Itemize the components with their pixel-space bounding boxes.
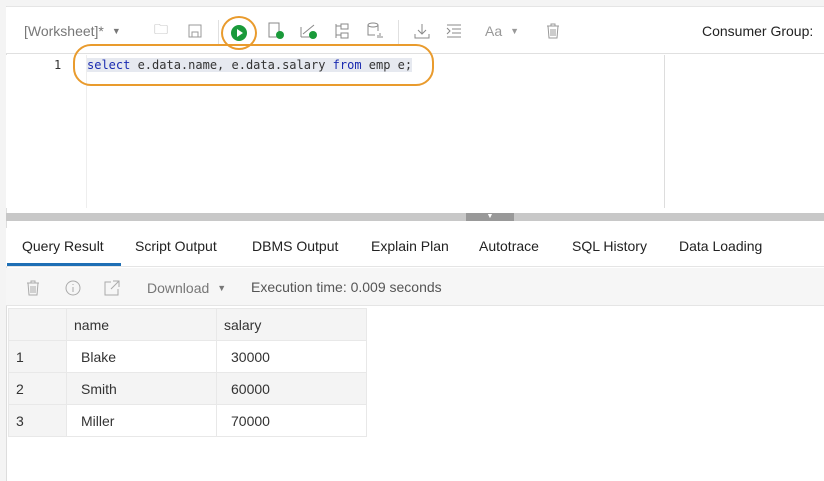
cell-salary[interactable]: 30000 (217, 341, 367, 373)
cell-salary[interactable]: 60000 (217, 373, 367, 405)
execution-time: Execution time: 0.009 seconds (251, 277, 442, 297)
row-number-header (9, 309, 67, 341)
trash-icon[interactable] (546, 21, 560, 41)
pane-splitter[interactable]: ▼ (6, 213, 824, 221)
code-text: e.data.name, e.data.salary (130, 58, 332, 72)
result-toolbar: Download ▼ Execution time: 0.009 seconds (6, 268, 824, 306)
autotrace-icon[interactable] (300, 21, 318, 41)
tab-dbms-output[interactable]: DBMS Output (252, 238, 338, 254)
column-header-salary[interactable]: salary (217, 309, 367, 341)
open-folder-icon[interactable]: 🗀 (154, 21, 168, 41)
row-number: 3 (9, 405, 67, 437)
tab-autotrace[interactable]: Autotrace (479, 238, 539, 254)
worksheet-label: [Worksheet]* (24, 23, 104, 39)
cell-salary[interactable]: 70000 (217, 405, 367, 437)
explain-plan-icon[interactable] (334, 21, 350, 41)
chevron-down-icon: ▼ (112, 26, 121, 36)
worksheet-selector[interactable]: [Worksheet]* ▼ (24, 21, 121, 41)
table-row[interactable]: 2Smith60000 (9, 373, 367, 405)
chevron-down-icon: ▼ (217, 283, 226, 293)
tab-sql-history[interactable]: SQL History (572, 238, 647, 254)
info-icon[interactable] (65, 278, 81, 298)
table-row[interactable]: 3Miller70000 (9, 405, 367, 437)
font-case-button[interactable]: Aa ▼ (485, 21, 519, 41)
cell-name[interactable]: Miller (67, 405, 217, 437)
sql-tuning-icon[interactable] (366, 21, 384, 41)
download-icon[interactable] (414, 21, 430, 41)
save-icon[interactable] (188, 21, 202, 41)
tab-script-output[interactable]: Script Output (135, 238, 217, 254)
cell-name[interactable]: Smith (67, 373, 217, 405)
line-number: 1 (54, 58, 61, 72)
format-icon[interactable] (446, 21, 462, 41)
result-tabs: Query Result Script Output DBMS Output E… (6, 228, 824, 267)
code-text: emp e; (362, 58, 413, 72)
run-script-icon[interactable] (268, 21, 284, 41)
open-external-icon[interactable] (104, 278, 120, 298)
collapse-handle[interactable]: ▼ (466, 213, 514, 221)
cell-name[interactable]: Blake (67, 341, 217, 373)
run-statement-button[interactable] (221, 16, 257, 50)
keyword: select (87, 58, 130, 72)
tab-data-loading[interactable]: Data Loading (679, 238, 762, 254)
tab-query-result[interactable]: Query Result (22, 238, 104, 254)
sql-code-line[interactable]: select e.data.name, e.data.salary from e… (87, 58, 412, 72)
row-number: 2 (9, 373, 67, 405)
result-grid: namesalary 1Blake30000 2Smith60000 3Mill… (8, 308, 367, 437)
font-case-label: Aa (485, 23, 502, 39)
table-row[interactable]: 1Blake30000 (9, 341, 367, 373)
download-label: Download (147, 280, 209, 296)
keyword: from (333, 58, 362, 72)
download-dropdown[interactable]: Download ▼ (147, 278, 226, 298)
chevron-down-icon: ▼ (510, 26, 519, 36)
column-header-name[interactable]: name (67, 309, 217, 341)
consumer-group-label: Consumer Group: (702, 21, 813, 41)
clear-trash-icon[interactable] (26, 278, 40, 298)
row-number: 1 (9, 341, 67, 373)
tab-explain-plan[interactable]: Explain Plan (371, 238, 449, 254)
play-icon (230, 24, 248, 42)
